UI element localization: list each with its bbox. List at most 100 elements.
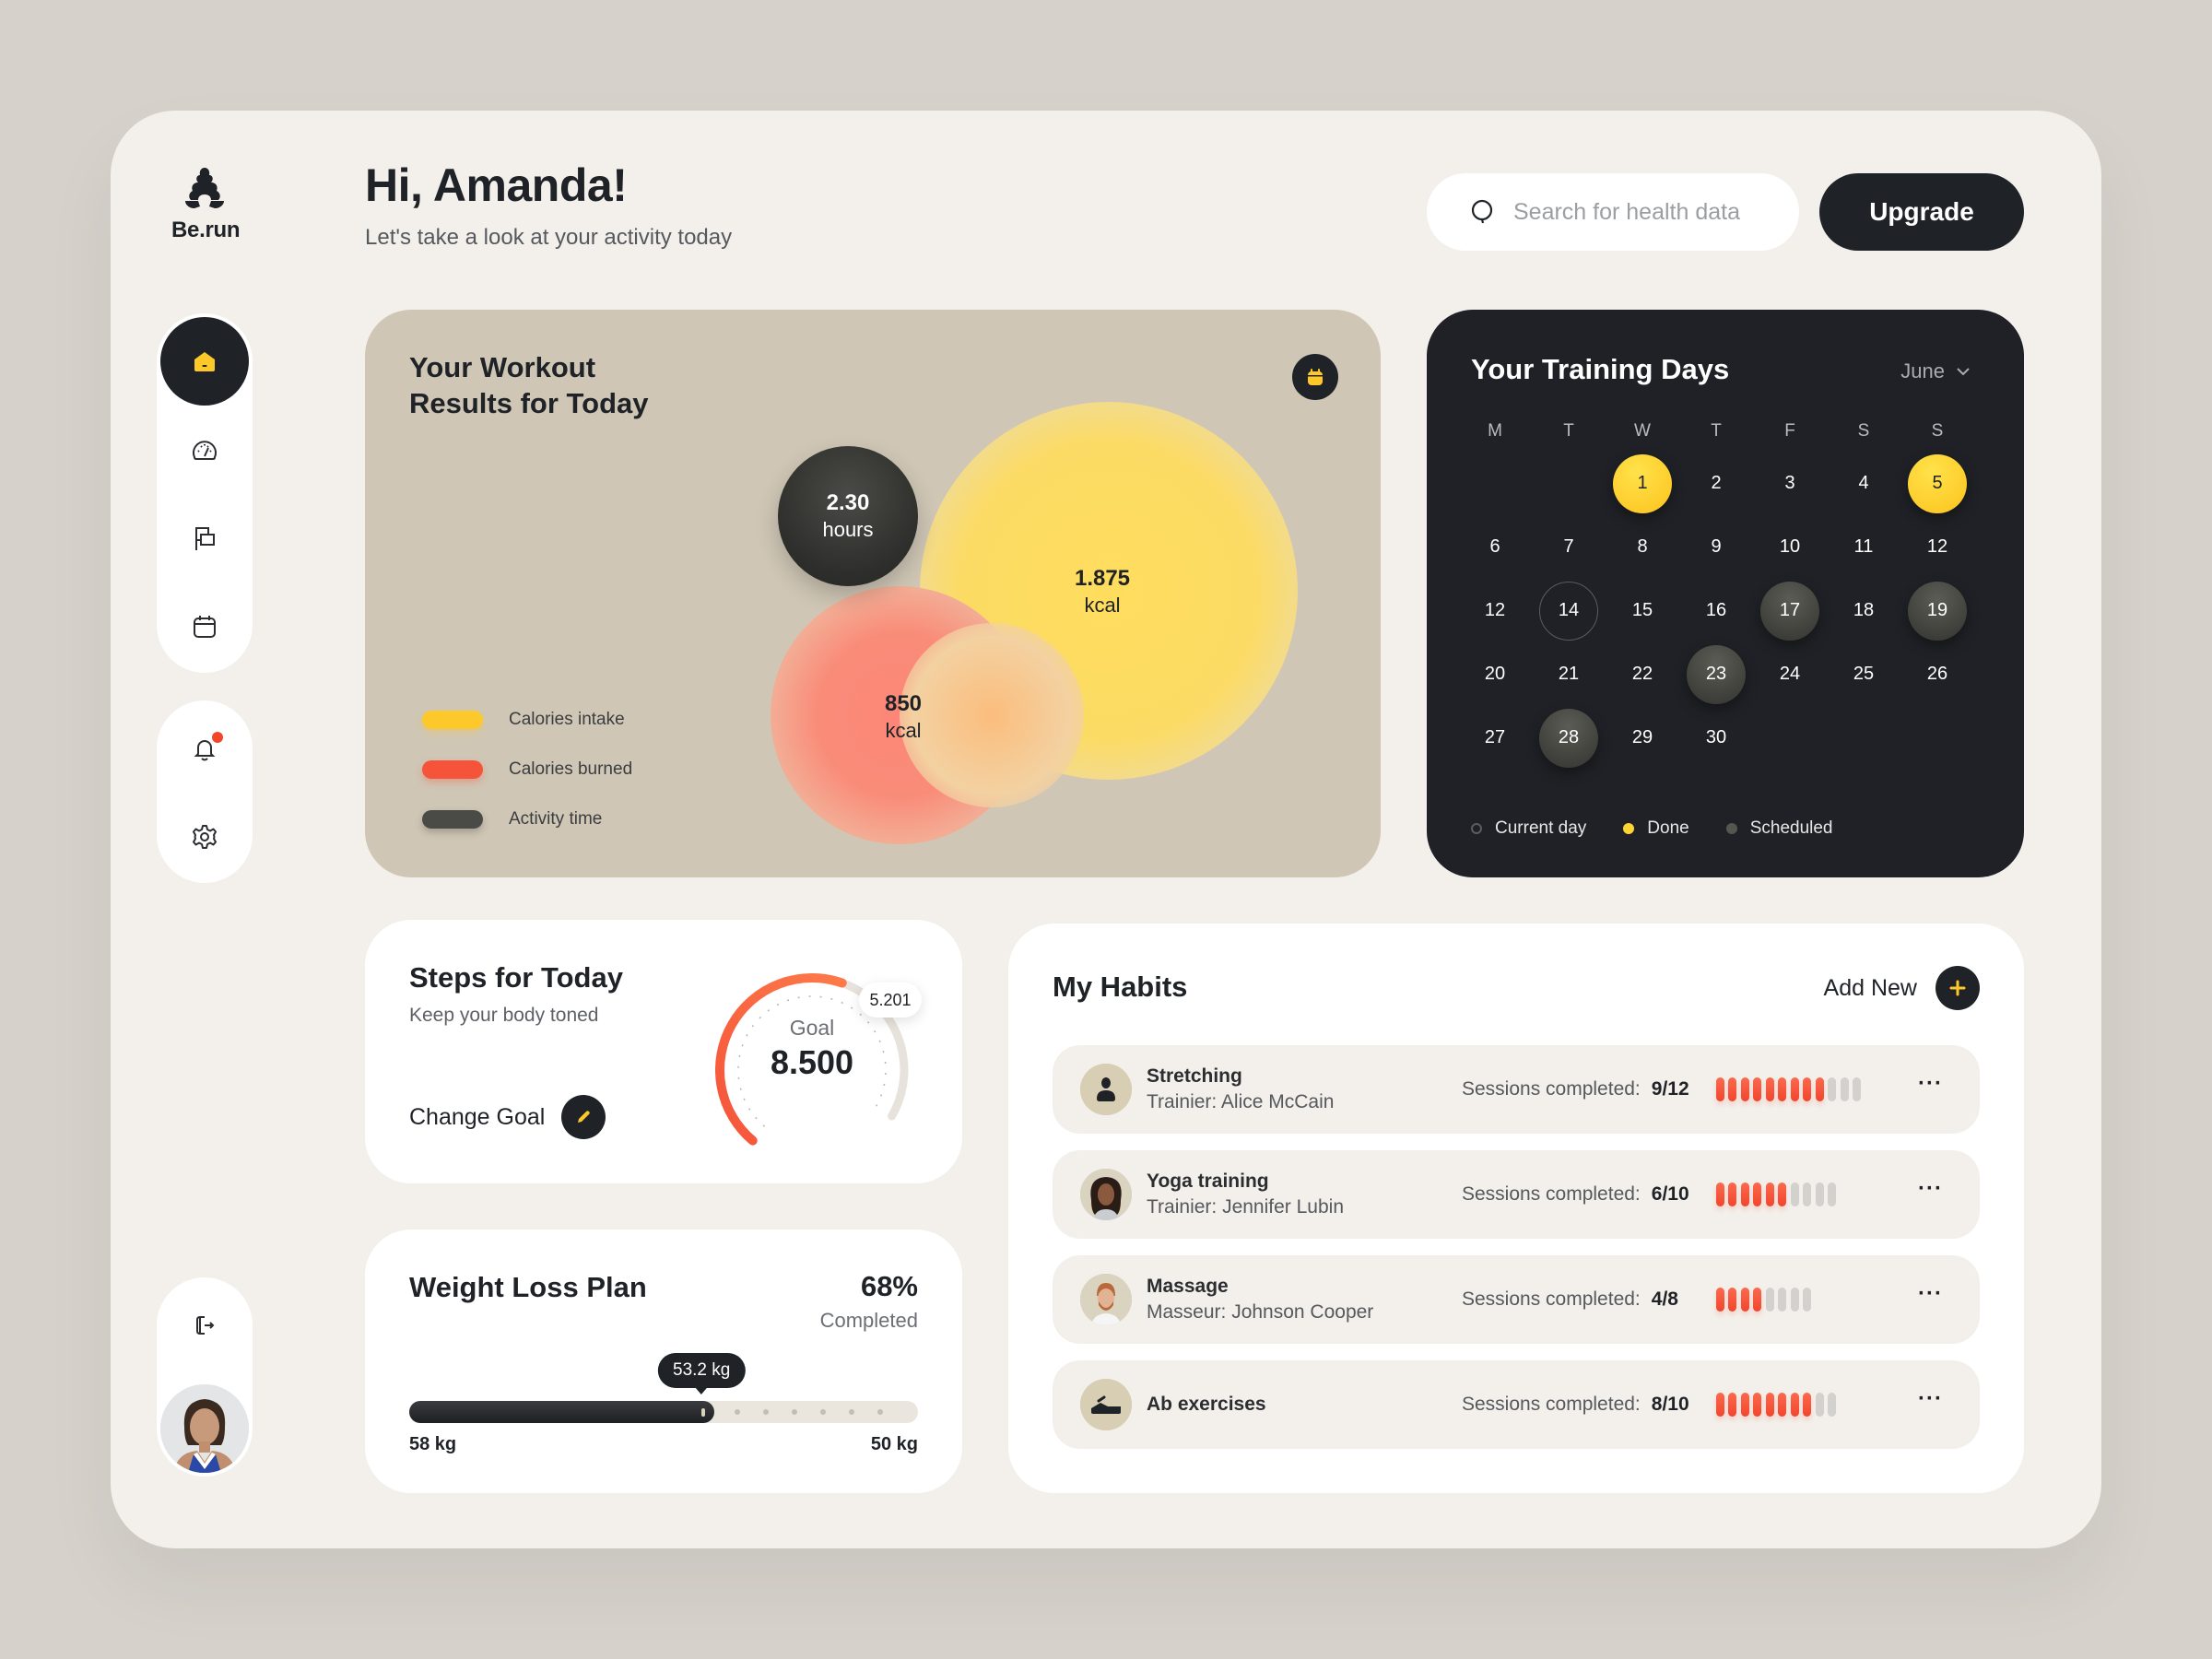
calendar-day-scheduled[interactable]: 17 (1760, 581, 1819, 641)
calendar-day[interactable]: 30 (1687, 709, 1746, 768)
progress-step-dot (792, 1409, 798, 1415)
calendar-day-done[interactable]: 5 (1908, 453, 1967, 513)
more-options-button[interactable]: ··· (1918, 1071, 1943, 1097)
user-avatar[interactable] (160, 1384, 249, 1473)
session-pending (1790, 1182, 1799, 1206)
search-input[interactable] (1513, 198, 1781, 226)
logo[interactable]: Be.run (171, 166, 241, 243)
calendar-cell: 17 (1753, 579, 1827, 642)
calendar-day[interactable]: 2 (1687, 454, 1746, 513)
habit-row[interactable]: Yoga training Trainier: Jennifer Lubin Ses… (1053, 1150, 1980, 1239)
calendar-day[interactable]: 20 (1465, 645, 1524, 704)
habit-sessions: Sessions completed: 6/10 (1462, 1182, 1841, 1206)
calendar-cell: 12 (1458, 579, 1532, 642)
session-done (1753, 1077, 1762, 1101)
session-done (1803, 1393, 1812, 1417)
calendar-day-scheduled[interactable]: 28 (1539, 708, 1598, 768)
calendar-day[interactable]: 8 (1613, 518, 1672, 577)
more-options-button[interactable]: ··· (1918, 1176, 1943, 1202)
calendar-cell: 8 (1606, 515, 1679, 579)
sidebar-item-settings[interactable] (160, 793, 249, 881)
sidebar-secondary-nav (157, 700, 253, 883)
calendar-cell: 27 (1458, 706, 1532, 770)
training-days-card: Your Training Days June MTWTFSS123456789… (1427, 310, 2024, 877)
calendar-day-done[interactable]: 1 (1613, 453, 1672, 513)
session-done (1765, 1077, 1774, 1101)
page-title: Hi, Amanda! (365, 159, 628, 211)
habit-trainer: Trainier: Alice McCain (1147, 1091, 1335, 1112)
sidebar-item-dashboard[interactable] (160, 406, 249, 494)
habit-info: Yoga training Trainier: Jennifer Lubin (1147, 1171, 1451, 1218)
calendar-cell: 21 (1532, 642, 1606, 706)
calendar-day[interactable]: 12 (1465, 582, 1524, 641)
weekday-label: W (1634, 421, 1651, 441)
upgrade-button[interactable]: Upgrade (1819, 173, 2024, 251)
calendar-day[interactable]: 24 (1760, 645, 1819, 704)
calendar-day[interactable]: 27 (1465, 709, 1524, 768)
calendar-day[interactable]: 26 (1908, 645, 1967, 704)
habit-name: Stretching (1147, 1065, 1242, 1087)
calendar-day[interactable]: 25 (1834, 645, 1893, 704)
calendar-day[interactable]: 22 (1613, 645, 1672, 704)
sidebar-item-calendar[interactable] (160, 582, 249, 671)
calendar-cell (1532, 452, 1606, 515)
flag-icon (195, 527, 215, 550)
habit-trainer: Masseur: Johnson Cooper (1147, 1301, 1374, 1323)
session-done (1790, 1077, 1799, 1101)
calendar-day[interactable]: 16 (1687, 582, 1746, 641)
change-goal-button[interactable]: Change Goal (409, 1095, 606, 1139)
progress-step-dot (735, 1409, 741, 1415)
habit-list: Stretching Trainier: Alice McCain Sessions… (1053, 1045, 1980, 1465)
calendar-day[interactable]: 3 (1760, 454, 1819, 513)
sidebar-item-notifications[interactable] (160, 704, 249, 793)
calendar-legend-item: Current day (1471, 818, 1586, 839)
calendar-day[interactable]: 21 (1539, 645, 1598, 704)
calendar-day-current[interactable]: 14 (1539, 581, 1598, 641)
habit-avatar (1080, 1169, 1132, 1220)
workout-calendar-button[interactable] (1292, 354, 1338, 400)
weight-progress-handle[interactable] (701, 1408, 706, 1417)
pencil-button[interactable] (561, 1095, 606, 1139)
sidebar-item-home[interactable] (160, 317, 249, 406)
calendar-cell (1753, 706, 1827, 770)
legend-dot (1725, 823, 1737, 834)
calendar-day[interactable]: 9 (1687, 518, 1746, 577)
calendar-day[interactable]: 7 (1539, 518, 1598, 577)
session-pending (1803, 1182, 1812, 1206)
session-done (1790, 1393, 1799, 1417)
calendar-icon (1308, 369, 1323, 385)
calendar-day[interactable]: 6 (1465, 518, 1524, 577)
calendar-day[interactable]: 10 (1760, 518, 1819, 577)
habit-row[interactable]: Massage Masseur: Johnson Cooper Sessions c… (1053, 1255, 1980, 1344)
add-new-habit-button[interactable]: Add New (1824, 966, 1980, 1010)
more-options-button[interactable]: ··· (1918, 1386, 1943, 1412)
calendar-day-scheduled[interactable]: 23 (1687, 644, 1746, 704)
calendar-cell: 11 (1827, 515, 1900, 579)
calendar-day[interactable]: 11 (1834, 518, 1893, 577)
month-dropdown[interactable]: June (1900, 359, 1972, 383)
more-options-button[interactable]: ··· (1918, 1281, 1943, 1307)
calendar-day[interactable]: 18 (1834, 582, 1893, 641)
calendar-grid: M T W T F S S 1 2 3 4 5 6 7 8 9 10 11 12 12 14 15 16 17 18 19 20 21… (1458, 411, 1974, 770)
plus-button[interactable] (1936, 966, 1980, 1010)
calendar-day[interactable]: 12 (1908, 518, 1967, 577)
add-new-label: Add New (1823, 974, 1917, 1001)
progress-step-dot (849, 1409, 855, 1415)
session-pending (1815, 1393, 1824, 1417)
habit-row[interactable]: Ab exercises Sessions completed: 8/10 ··· (1053, 1360, 1980, 1449)
page-subtitle: Let's take a look at your activity today (365, 225, 733, 250)
habit-row[interactable]: Stretching Trainier: Alice McCain Sessions… (1053, 1045, 1980, 1134)
logout-button[interactable] (160, 1281, 249, 1370)
legend-item: Calories burned (422, 745, 632, 794)
calendar-day[interactable]: 4 (1834, 454, 1893, 513)
calendar-day[interactable]: 15 (1613, 582, 1672, 641)
current-steps-tooltip: 5.201 (859, 982, 922, 1018)
sidebar-item-goals[interactable] (160, 494, 249, 582)
legend-dot (1623, 823, 1635, 834)
search-bar[interactable] (1427, 173, 1799, 251)
sessions-count: 4/8 (1651, 1288, 1678, 1310)
calendar-day-scheduled[interactable]: 19 (1908, 581, 1967, 641)
calendar-day[interactable]: 29 (1613, 709, 1672, 768)
progress-step-dot (820, 1409, 827, 1415)
target-weight: 50 kg (870, 1434, 918, 1454)
